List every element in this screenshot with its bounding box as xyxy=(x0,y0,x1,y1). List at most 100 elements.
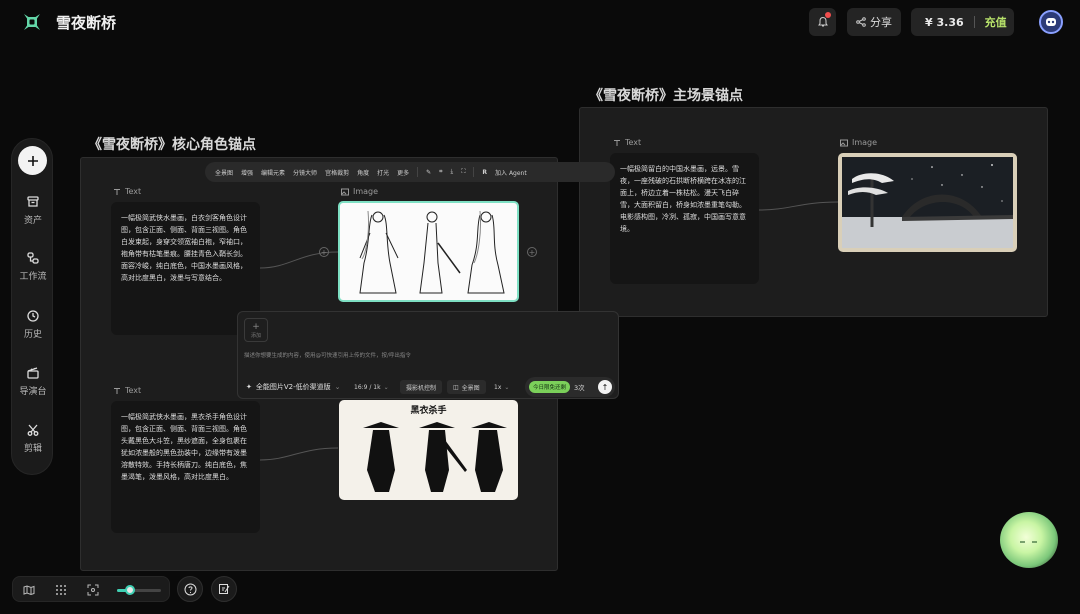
count-label: 1x xyxy=(494,383,502,391)
toolbar-grid-crop[interactable]: 宫格裁剪 xyxy=(325,168,349,177)
help-button[interactable] xyxy=(177,576,203,602)
ratio-label: 16:9 / 1k xyxy=(354,383,381,391)
snow-bridge-illustration xyxy=(842,157,1013,248)
clock-icon xyxy=(27,310,39,322)
add-reference-label: 添加 xyxy=(250,332,261,339)
share-label: 分享 xyxy=(870,16,892,29)
text-node-scene[interactable]: 一幅极简留白的中国水墨画，远景。雪夜，一座残破的石拱断桥横跨在冰冻的江面上，桥边… xyxy=(610,153,759,284)
plus-icon: + xyxy=(252,321,260,332)
image-node-scene[interactable] xyxy=(838,153,1017,252)
scissors-icon xyxy=(27,424,39,436)
image-icon xyxy=(341,188,349,195)
balance-widget: ¥ 3.36 充值 xyxy=(911,8,1014,36)
toolbar-panorama[interactable]: 全景图 xyxy=(215,168,233,177)
free-count: 3次 xyxy=(574,384,585,392)
zoom-slider[interactable] xyxy=(117,585,161,595)
text-node-label: Text xyxy=(113,187,141,196)
ratio-select[interactable]: 16:9 / 1k ⌄ xyxy=(348,380,395,394)
sparkle-icon: ✦ xyxy=(246,383,252,391)
agent-icon: R xyxy=(482,168,488,176)
image-node-label: Image xyxy=(840,138,877,147)
grid-icon[interactable] xyxy=(55,584,67,596)
toolbar-angle[interactable]: 角度 xyxy=(357,168,369,177)
sidebar-item-label: 剪辑 xyxy=(23,444,42,454)
node-type-label: Image xyxy=(353,187,379,196)
brush-icon[interactable]: ✎ xyxy=(426,169,431,176)
app-logo-icon[interactable] xyxy=(22,12,42,32)
sidebar-item-director[interactable]: 导演台 xyxy=(12,366,54,397)
download-icon[interactable]: ⤓ xyxy=(451,168,454,176)
free-badge: 今日限免还剩 xyxy=(529,381,571,393)
note-edit-icon xyxy=(219,584,230,594)
sidebar-item-label: 工作流 xyxy=(19,272,47,282)
fit-view-icon[interactable] xyxy=(87,584,99,596)
sidebar-item-history[interactable]: 历史 xyxy=(12,309,54,340)
notification-button[interactable] xyxy=(809,8,836,36)
image-node-black-assassin[interactable]: 黑衣杀手 xyxy=(339,400,518,500)
generate-button[interactable]: 今日限免还剩 3次 ↑ xyxy=(525,377,615,397)
expand-icon[interactable]: ⛶ xyxy=(461,168,465,176)
toolbar-more[interactable]: 更多 xyxy=(397,168,409,177)
toolbar-agent[interactable]: 加入 Agent xyxy=(495,168,527,177)
node-text: 一幅极简留白的中国水墨画，远景。雪夜，一座残破的石拱断桥横跨在冰冻的江面上，桥边… xyxy=(620,165,746,233)
node-type-label: Image xyxy=(852,138,878,147)
workflow-icon xyxy=(27,252,39,264)
sidebar-item-label: 历史 xyxy=(23,330,42,340)
chevron-down-icon: ⌄ xyxy=(383,383,389,391)
panorama-button[interactable]: ◫ 全景图 xyxy=(447,380,486,394)
left-sidebar: 资产 工作流 历史 导演台 剪辑 xyxy=(11,138,53,475)
prompt-input[interactable]: 描述你想要生成的内容，使用@可快速引用上传的文件，按/呼出指令 xyxy=(244,351,411,359)
sidebar-item-workflow[interactable]: 工作流 xyxy=(12,251,54,282)
toolbar-divider xyxy=(417,167,419,177)
notification-dot xyxy=(825,12,831,18)
sidebar-item-assets[interactable]: 资产 xyxy=(12,195,54,226)
image-toolbar: 全景图 增强 编辑元素 分镜大师 宫格裁剪 角度 打光 更多 ✎ ⌗ ⤓ ⛶ R… xyxy=(205,162,615,182)
zoom-slider-handle[interactable] xyxy=(125,585,136,595)
panorama-label: 全景图 xyxy=(461,384,480,392)
node-text: 一幅极简武侠水墨画，白衣剑客角色设计图，包含正面、侧面、背面三视图。角色白发束起… xyxy=(121,214,247,282)
avatar[interactable] xyxy=(1039,10,1063,34)
sidebar-item-label: 导演台 xyxy=(19,387,47,397)
share-button[interactable]: 分享 xyxy=(847,8,901,36)
share-icon xyxy=(856,17,866,27)
model-select[interactable]: ✦ 全能图片V2-低价渠道版 ⌄ xyxy=(246,382,341,392)
toolbar-edit-elements[interactable]: 编辑元素 xyxy=(261,168,285,177)
toolbar-divider xyxy=(473,167,475,177)
node-type-label: Text xyxy=(125,187,142,196)
text-icon xyxy=(614,139,620,146)
feedback-button[interactable] xyxy=(211,576,237,602)
crop-icon[interactable]: ⌗ xyxy=(439,168,442,176)
app-title: 雪夜断桥 xyxy=(56,14,117,32)
text-icon xyxy=(114,188,120,195)
image-node-label: Image xyxy=(341,187,378,196)
image-node-white-swordsman[interactable] xyxy=(338,201,519,302)
characters-frame-title: 《雪夜断桥》核心角色锚点 xyxy=(88,137,256,153)
count-select[interactable]: 1x ⌄ xyxy=(488,380,515,394)
map-icon[interactable] xyxy=(23,584,35,596)
text-node-black-assassin[interactable]: 一幅极简武侠水墨画，黑衣杀手角色设计图，包含正面、侧面、背面三视图。角色头戴黑色… xyxy=(111,401,260,533)
text-node-label: Text xyxy=(613,138,641,147)
toolbar-enhance[interactable]: 增强 xyxy=(241,168,253,177)
robot-avatar-icon xyxy=(1046,18,1056,26)
clapper-icon xyxy=(27,367,39,379)
canvas-controls xyxy=(12,576,170,602)
add-button[interactable] xyxy=(18,146,47,175)
send-arrow-icon: ↑ xyxy=(598,380,612,394)
toolbar-lighting[interactable]: 打光 xyxy=(377,168,389,177)
archive-icon xyxy=(27,196,39,207)
add-reference-button[interactable]: + 添加 xyxy=(244,318,268,342)
assistant-blob-icon[interactable] xyxy=(1000,512,1058,568)
panorama-icon: ◫ xyxy=(453,383,459,391)
output-port[interactable]: + xyxy=(527,247,537,257)
assistant-face xyxy=(1020,541,1037,543)
text-icon xyxy=(114,387,120,394)
scene-frame-title: 《雪夜断桥》主场景锚点 xyxy=(589,88,743,104)
image-icon xyxy=(840,139,848,146)
sidebar-item-edit[interactable]: 剪辑 xyxy=(12,423,54,454)
text-node-label: Text xyxy=(113,386,141,395)
help-icon xyxy=(184,583,196,595)
toolbar-storyboard[interactable]: 分镜大师 xyxy=(293,168,317,177)
topup-button[interactable]: 充值 xyxy=(985,14,1007,30)
input-port[interactable]: + xyxy=(319,247,329,257)
camera-control-button[interactable]: 摄影机控制 xyxy=(400,380,443,394)
